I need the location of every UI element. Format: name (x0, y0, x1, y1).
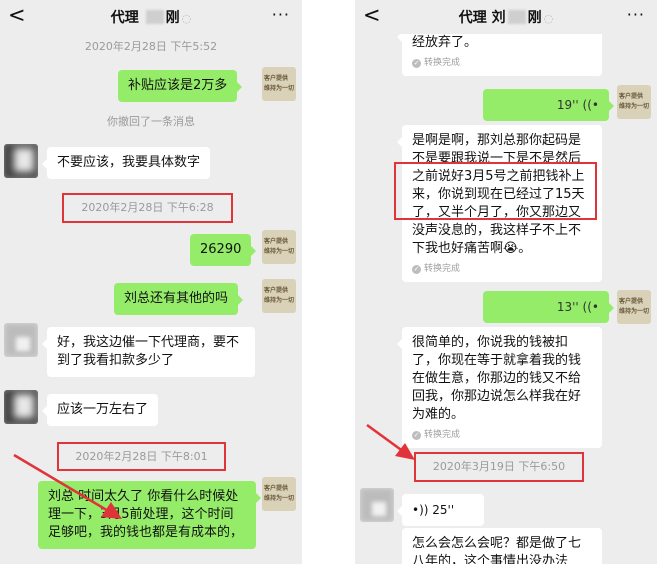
chat-title: 代理 刘 刚 ◌ (355, 9, 657, 28)
verified-icon: ◌ (543, 12, 554, 25)
more-options-icon[interactable]: ··· (627, 5, 645, 25)
chat-header: < 代理 刚 ◌ ··· (0, 0, 302, 34)
left-chat-screenshot: < 代理 刚 ◌ ··· 2020年2月28日 下午5:52 补贴应该是2万多 客… (0, 0, 302, 564)
right-chat-screenshot: 经放弃了。 ✓ 转换完成 < 代理 刘刚 ◌ ··· 19'' ((• 客户提供 维… (355, 0, 657, 564)
chat-title: 代理 刚 ◌ (0, 9, 302, 28)
red-arrow-annotation (366, 423, 415, 460)
redaction-block (507, 10, 526, 24)
more-options-icon[interactable]: ··· (272, 5, 290, 25)
verified-icon: ◌ (181, 12, 192, 25)
chat-title-prefix: 代理 (110, 10, 144, 26)
chat-title-prefix: 代理 刘 (458, 10, 506, 26)
chat-title-suffix: 刚 (527, 10, 542, 26)
chat-header: < 代理 刘刚 ◌ ··· (355, 0, 657, 34)
chat-title-suffix: 刚 (165, 10, 180, 26)
redaction-block (145, 10, 164, 24)
red-arrow-annotation (13, 453, 122, 519)
